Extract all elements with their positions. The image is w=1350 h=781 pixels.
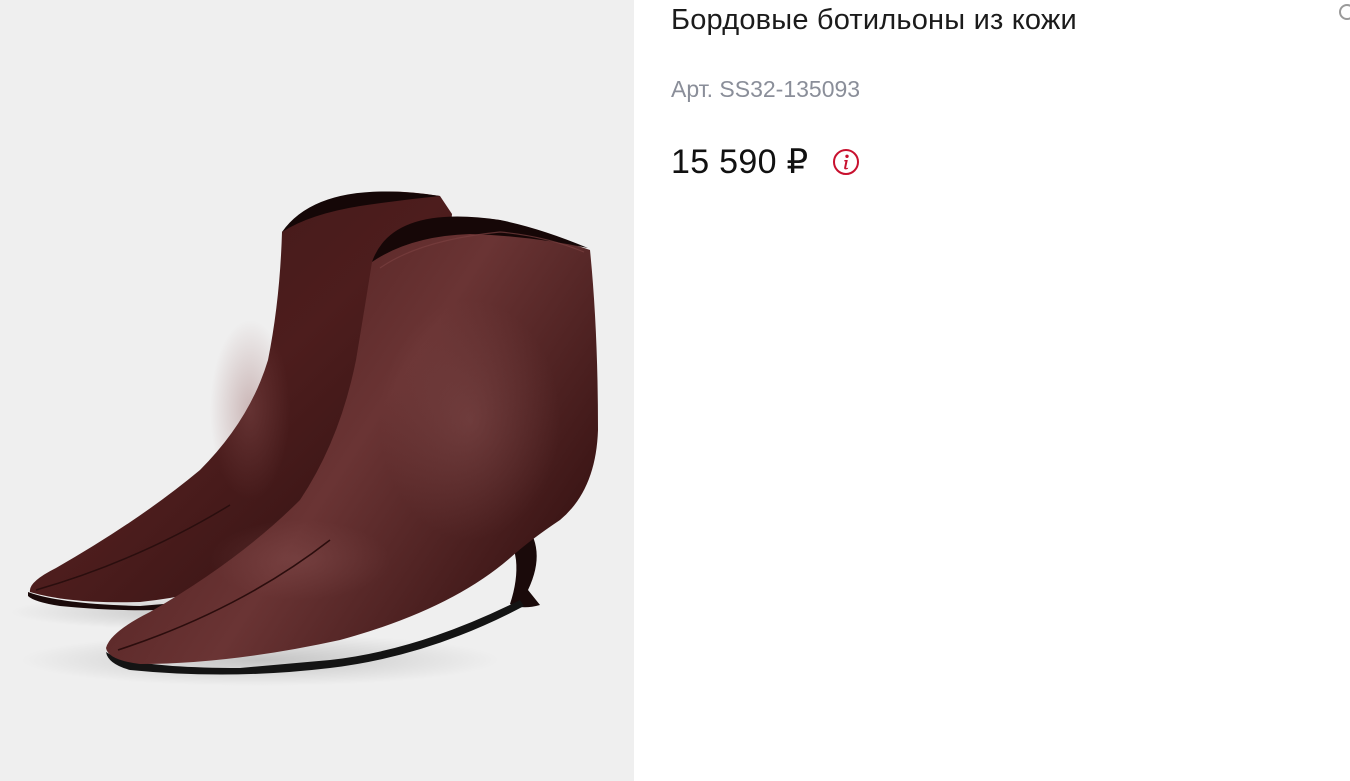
info-icon[interactable]	[832, 148, 860, 176]
price-row: 15 590 ₽	[671, 140, 860, 184]
product-price: 15 590 ₽	[671, 143, 809, 181]
ankle-boots-photo	[10, 191, 598, 686]
product-title: Бордовые ботильоны из кожи	[671, 4, 1077, 36]
product-page: Бордовые ботильоны из кожи Арт. SS32-135…	[0, 0, 1350, 781]
product-sku: Арт. SS32-135093	[671, 76, 861, 102]
circle-icon[interactable]	[1337, 2, 1350, 22]
product-image[interactable]	[0, 0, 634, 781]
